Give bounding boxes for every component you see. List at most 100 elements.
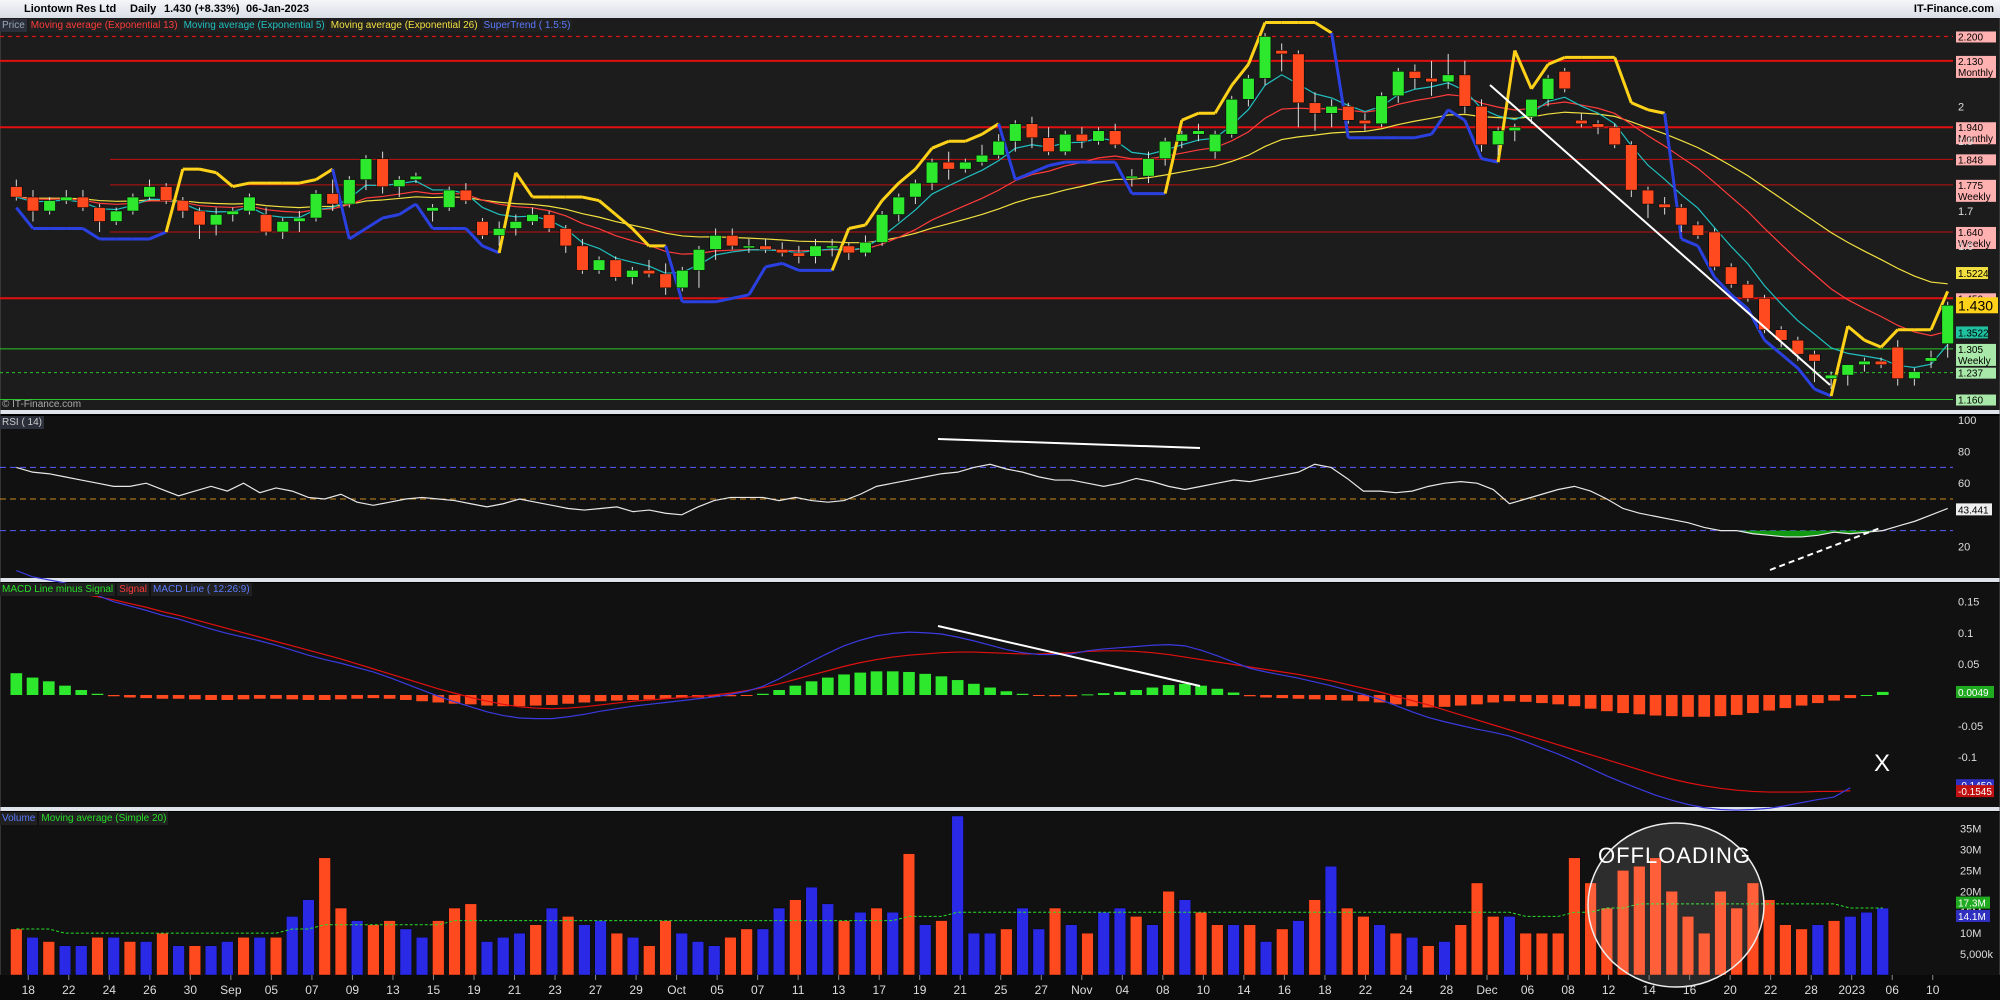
legend-item-price-2[interactable]: Moving average (Exponential 5) <box>181 19 327 32</box>
date-label-20: 13 <box>832 983 846 997</box>
macd-hist-bar-65 <box>1065 695 1078 697</box>
legend-item-volume-0[interactable]: Volume <box>0 812 38 825</box>
candle-body-90 <box>1508 126 1521 131</box>
macd-hist-bar-67 <box>1097 693 1110 695</box>
volume-bar-34 <box>562 916 575 976</box>
macd-hist-bar-14 <box>237 695 250 700</box>
level-tag-1: Monthly <box>1958 68 1993 79</box>
candle-body-31 <box>526 214 539 222</box>
candle-body-116 <box>1941 305 1954 344</box>
candle-body-49 <box>826 245 839 249</box>
macd-hist-bar-36 <box>594 695 607 702</box>
volume-bar-10 <box>172 945 185 976</box>
date-label-38: 08 <box>1561 983 1575 997</box>
candle-body-19 <box>326 193 339 205</box>
volume-bar-36 <box>594 920 607 976</box>
candle-body-97 <box>1625 144 1638 191</box>
macd-hist-bar-23 <box>383 695 396 699</box>
volume-bar-67 <box>1097 912 1110 976</box>
macd-hist-bar-81 <box>1325 695 1337 700</box>
legend-item-price-4[interactable]: SuperTrend ( 1.5:5) <box>481 19 573 32</box>
legend-item-macd-1[interactable]: Signal <box>117 583 149 596</box>
candle-body-71 <box>1192 130 1205 135</box>
volume-bar-7 <box>123 941 136 976</box>
macd-hist-bar-80 <box>1308 695 1321 700</box>
legend-item-price-1[interactable]: Moving average (Exponential 13) <box>28 19 180 32</box>
macd-hist-bar-0 <box>10 673 23 695</box>
candle-body-67 <box>1125 175 1138 179</box>
macd-tick-2: 0.05 <box>1958 659 1979 671</box>
candle-body-34 <box>576 245 589 271</box>
candle-body-47 <box>792 252 805 257</box>
macd-hist-bar-37 <box>611 695 623 701</box>
macd-hist-bar-7 <box>124 695 136 698</box>
candle-body-80 <box>1342 106 1355 121</box>
candle-body-27 <box>459 189 472 201</box>
volume-bar-86 <box>1406 937 1419 976</box>
candle-body-44 <box>742 245 755 249</box>
date-label-42: 20 <box>1723 983 1737 997</box>
legend-item-macd-2[interactable]: MACD Line ( 12:26:9) <box>150 583 252 596</box>
volume-bar-77 <box>1259 941 1273 976</box>
candle-body-86 <box>1442 74 1455 83</box>
candle-body-77 <box>1292 53 1305 104</box>
candle-body-55 <box>925 161 939 184</box>
volume-bar-82 <box>1341 907 1354 976</box>
macd-hist-bar-97 <box>1584 695 1597 709</box>
date-label-1: 22 <box>62 983 76 997</box>
legend-item-price-3[interactable]: Moving average (Exponential 26) <box>328 19 480 32</box>
macd-hist-bar-52 <box>854 672 867 695</box>
volume-bar-20 <box>334 907 347 976</box>
candle-body-16 <box>276 221 289 233</box>
candle-body-11 <box>193 210 206 226</box>
candle-body-75 <box>1258 36 1272 79</box>
candle-body-45 <box>759 245 772 250</box>
legend-item-price-0[interactable]: Price <box>0 19 27 32</box>
macd-hist-bar-3 <box>59 685 71 695</box>
macd-hist-bar-59 <box>968 683 980 695</box>
candle-body-102 <box>1708 231 1721 268</box>
volume-bar-1 <box>26 937 39 976</box>
candle-body-22 <box>376 158 389 187</box>
macd-hist-bar-24 <box>400 695 412 700</box>
date-label-40: 14 <box>1642 983 1656 997</box>
volume-bar-23 <box>383 920 396 976</box>
macd-hist-bar-49 <box>805 681 818 695</box>
date-label-44: 28 <box>1804 983 1818 997</box>
candle-body-112 <box>1874 360 1888 365</box>
volume-bar-46 <box>756 928 769 976</box>
volume-bar-85 <box>1389 932 1402 976</box>
date-label-21: 17 <box>873 983 887 997</box>
candle-body-108 <box>1808 353 1821 362</box>
macd-hist-bar-73 <box>1195 685 1207 695</box>
legend-item-rsi-0[interactable]: RSI ( 14) <box>0 416 45 429</box>
candle-body-83 <box>1392 71 1405 97</box>
candle-body-76 <box>1275 50 1288 55</box>
candle-body-103 <box>1725 266 1738 285</box>
candle-body-40 <box>676 270 689 289</box>
level-tag-7: Weekly <box>1958 356 1991 367</box>
legend-item-macd-0[interactable]: MACD Line minus Signal <box>0 583 116 596</box>
date-label-8: 09 <box>346 983 360 997</box>
price-label-0: 1.5224 <box>1958 269 1989 280</box>
volume-bar-54 <box>886 912 899 976</box>
candle-body-36 <box>609 259 622 278</box>
candle-body-113 <box>1891 346 1904 379</box>
candle-body-114 <box>1908 371 1921 379</box>
candle-body-95 <box>1591 123 1605 128</box>
volume-bar-63 <box>1032 928 1045 976</box>
macd-tick-0: 0.15 <box>1958 597 1979 609</box>
candle-body-65 <box>1092 130 1105 142</box>
volume-bar-3 <box>58 945 72 976</box>
candle-body-30 <box>509 221 522 229</box>
macd-hist-bar-56 <box>919 673 932 695</box>
macd-hist-bar-107 <box>1747 695 1759 714</box>
macd-hist-bar-18 <box>302 695 315 700</box>
date-label-29: 10 <box>1197 983 1211 997</box>
period-label: Daily <box>130 3 157 15</box>
legend-item-volume-1[interactable]: Moving average (Simple 20) <box>39 812 169 825</box>
rsi-tick-0: 100 <box>1958 415 1976 427</box>
candle-body-85 <box>1425 78 1438 83</box>
volume-bar-38 <box>627 937 640 976</box>
candle-body-46 <box>776 249 789 254</box>
